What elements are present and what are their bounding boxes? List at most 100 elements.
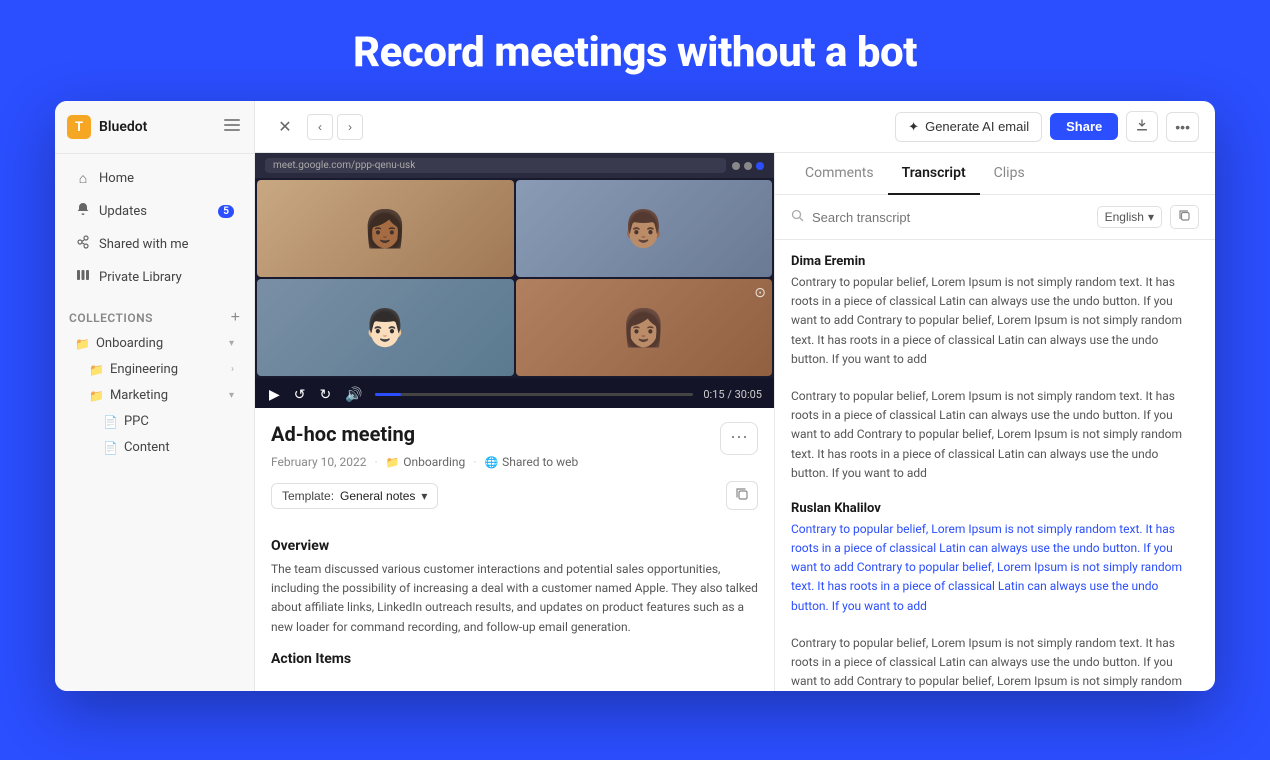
meeting-title: Ad-hoc meeting: [271, 422, 415, 446]
sidebar-nav: ⌂ Home Updates 5 Shared with me: [55, 154, 254, 302]
collection-label: Engineering: [110, 362, 178, 377]
sidebar-item-shared[interactable]: Shared with me: [61, 228, 248, 260]
participant-2: 👨🏽: [516, 180, 773, 277]
chevron-right-icon: ›: [231, 364, 234, 375]
copy-button[interactable]: [726, 481, 758, 510]
rewind-button[interactable]: ↺: [292, 384, 308, 405]
sidebar-item-label: Shared with me: [99, 237, 189, 252]
collection-label: Onboarding: [96, 336, 163, 351]
speaker-name: Dima Eremin: [791, 254, 1199, 269]
collection-item-ppc[interactable]: 📄 PPC: [61, 409, 248, 434]
record-icon: ⊙: [754, 285, 766, 301]
generate-ai-button[interactable]: ✦ Generate AI email: [895, 112, 1042, 142]
transcript-body: Dima Eremin Contrary to popular belief, …: [775, 240, 1215, 691]
sidebar-item-home[interactable]: ⌂ Home: [61, 163, 248, 194]
folder-icon: 📁: [89, 363, 104, 377]
tab-transcript[interactable]: Transcript: [888, 153, 980, 195]
generate-ai-label: Generate AI email: [925, 119, 1029, 134]
play-button[interactable]: ▶: [267, 384, 282, 405]
template-row: Template: General notes ▾: [271, 481, 758, 510]
forward-button[interactable]: ↻: [318, 384, 334, 405]
progress-bar[interactable]: [375, 393, 694, 396]
notes-panel: meet.google.com/ppp-qenu-usk 👩🏾 👨🏽: [255, 153, 775, 691]
sidebar-item-updates[interactable]: Updates 5: [61, 195, 248, 227]
top-bar-right: ✦ Generate AI email Share •••: [895, 111, 1199, 142]
sidebar-item-label: Updates: [99, 204, 147, 219]
collections-label: Collections: [69, 311, 153, 325]
participant-4: 👩🏽 ⊙: [516, 279, 773, 376]
transcript-text-highlighted: Contrary to popular belief, Lorem Ipsum …: [791, 520, 1199, 616]
copy-transcript-button[interactable]: [1170, 205, 1199, 229]
download-button[interactable]: [1126, 111, 1158, 142]
chevron-down-icon: ▾: [229, 338, 234, 349]
overview-title: Overview: [271, 538, 758, 554]
sidebar-item-label: Home: [99, 171, 134, 186]
sidebar-item-private-library[interactable]: Private Library: [61, 261, 248, 293]
overview-text: The team discussed various customer inte…: [271, 560, 758, 637]
participant-avatar: 👨🏻: [257, 279, 514, 376]
transcript-block-2: Ruslan Khalilov Contrary to popular beli…: [791, 501, 1199, 616]
collection-item-content[interactable]: 📄 Content: [61, 435, 248, 460]
browser-bar: meet.google.com/ppp-qenu-usk: [255, 153, 774, 178]
template-select[interactable]: Template: General notes ▾: [271, 483, 438, 509]
transcript-text: Contrary to popular belief, Lorem Ipsum …: [791, 634, 1199, 691]
library-icon: [75, 268, 91, 286]
chevron-down-icon: ▾: [1148, 210, 1154, 224]
browser-dot: [732, 162, 740, 170]
transcript-search: English ▾: [775, 195, 1215, 240]
tab-clips[interactable]: Clips: [980, 153, 1039, 195]
language-select[interactable]: English ▾: [1097, 206, 1162, 228]
add-collection-button[interactable]: +: [231, 310, 240, 326]
bell-icon: [75, 202, 91, 220]
folder-icon: 📁: [75, 337, 90, 351]
browser-dot: [744, 162, 752, 170]
meeting-collection: 📁 Onboarding: [386, 455, 466, 469]
home-icon: ⌂: [75, 170, 91, 187]
meeting-actions-button[interactable]: [720, 422, 758, 455]
doc-icon: 📄: [103, 441, 118, 455]
action-items-section: Action Items: [255, 651, 774, 667]
more-options-button[interactable]: •••: [1166, 112, 1199, 142]
collection-label: PPC: [124, 414, 149, 429]
template-label: Template:: [282, 489, 334, 503]
browser-controls: [732, 162, 764, 170]
participant-avatar: 👨🏽: [516, 180, 773, 277]
top-bar: ✕ ‹ › ✦ Generate AI email Share •••: [255, 101, 1215, 153]
close-button[interactable]: ✕: [271, 113, 299, 141]
collection-item-engineering[interactable]: 📁 Engineering ›: [61, 357, 248, 382]
tab-comments[interactable]: Comments: [791, 153, 888, 195]
transcript-text: Contrary to popular belief, Lorem Ipsum …: [791, 273, 1199, 369]
meta-separator: ·: [473, 455, 476, 469]
search-input[interactable]: [812, 210, 1089, 225]
globe-icon: 🌐: [484, 456, 498, 469]
folder-icon: 📁: [89, 389, 104, 403]
transcript-panel: Comments Transcript Clips English ▾: [775, 153, 1215, 691]
sidebar-header: T Bluedot: [55, 101, 254, 154]
transcript-block-1: Contrary to popular belief, Lorem Ipsum …: [791, 387, 1199, 483]
meeting-info: Ad-hoc meeting February 10, 2022 · 📁 Onb…: [255, 408, 774, 538]
sidebar-collapse-button[interactable]: [222, 116, 242, 138]
nav-forward-button[interactable]: ›: [337, 114, 363, 140]
meeting-meta: February 10, 2022 · 📁 Onboarding · 🌐 Sha…: [271, 455, 758, 469]
browser-url: meet.google.com/ppp-qenu-usk: [265, 158, 726, 173]
content-area: meet.google.com/ppp-qenu-usk 👩🏾 👨🏽: [255, 153, 1215, 691]
video-controls: ▶ ↺ ↻ 🔊 0:15 / 30:05: [255, 378, 774, 408]
collection-item-onboarding[interactable]: 📁 Onboarding ▾: [61, 331, 248, 356]
search-icon: [791, 209, 804, 226]
overview-section: Overview The team discussed various cust…: [255, 538, 774, 651]
transcript-text: Contrary to popular belief, Lorem Ipsum …: [791, 387, 1199, 483]
sidebar-brand: T Bluedot: [67, 115, 147, 139]
hero-title: Record meetings without a bot: [0, 28, 1270, 77]
transcript-block-3: Contrary to popular belief, Lorem Ipsum …: [791, 634, 1199, 691]
share-button[interactable]: Share: [1050, 113, 1118, 140]
template-value: General notes: [340, 489, 415, 503]
collection-item-marketing[interactable]: 📁 Marketing ▾: [61, 383, 248, 408]
transcript-tabs: Comments Transcript Clips: [775, 153, 1215, 195]
volume-button[interactable]: 🔊: [343, 384, 364, 405]
sidebar-item-label: Private Library: [99, 270, 182, 285]
meeting-shared: 🌐 Shared to web: [484, 455, 578, 469]
doc-icon: 📄: [103, 415, 118, 429]
hero-banner: Record meetings without a bot: [0, 0, 1270, 101]
nav-back-button[interactable]: ‹: [307, 114, 333, 140]
action-items-title: Action Items: [271, 651, 758, 667]
